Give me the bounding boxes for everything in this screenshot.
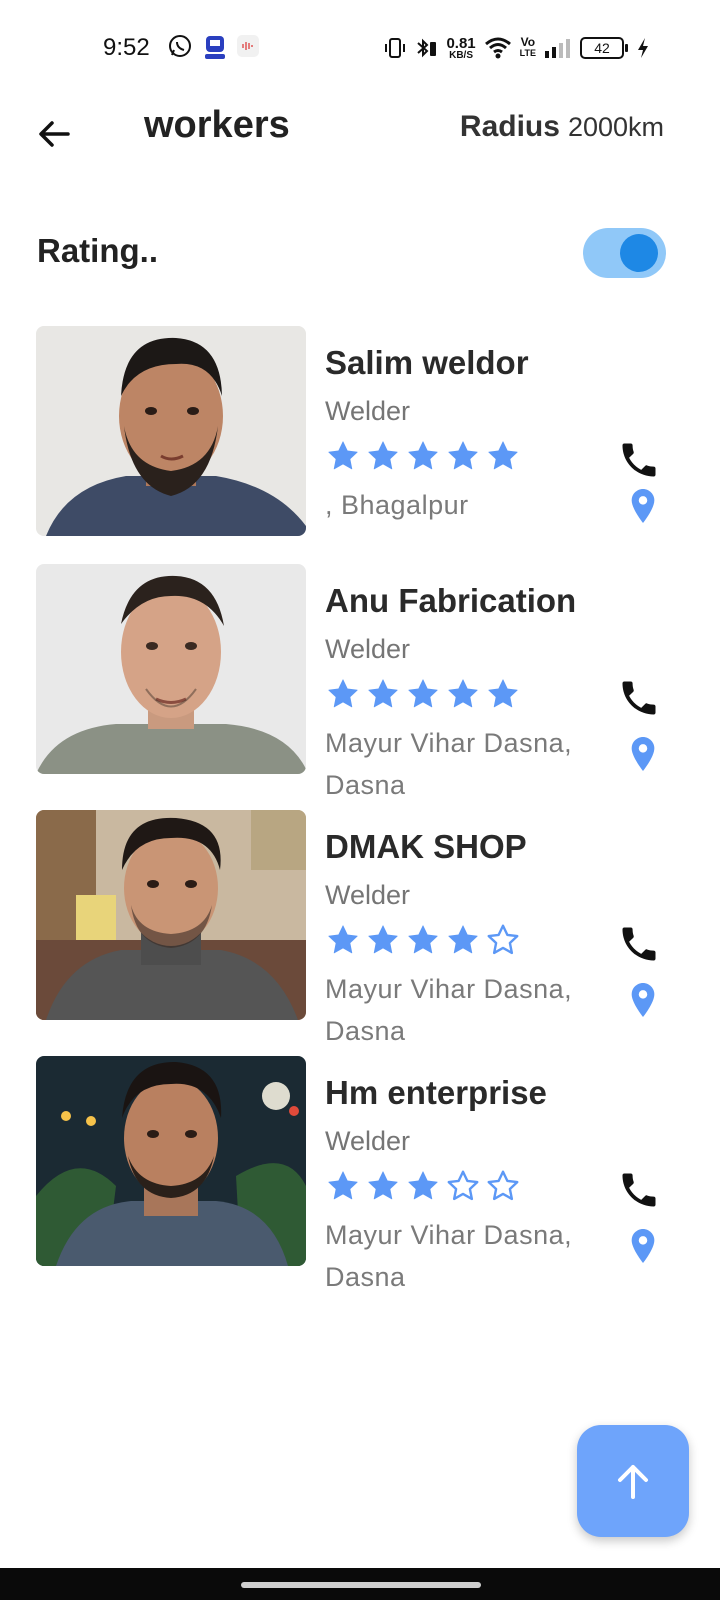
radius-label: Radius [459, 110, 560, 143]
status-bar: 9:52 0.81 KB/S Vo LTE 42 [0, 0, 720, 96]
star-filled-icon [328, 679, 358, 708]
star-filled-icon [448, 441, 478, 470]
rating-stars [325, 922, 521, 958]
call-button[interactable] [617, 1168, 661, 1212]
map-button[interactable] [626, 486, 660, 526]
wifi-icon [484, 37, 511, 59]
worker-photo [36, 1056, 306, 1266]
map-button[interactable] [626, 1226, 660, 1266]
location-pin-icon [631, 489, 655, 523]
star-filled-icon [368, 441, 398, 470]
star-filled-icon [408, 441, 438, 470]
star-filled-icon [368, 679, 398, 708]
radius-display: Radius 2000km [460, 110, 664, 144]
volte-indicator: Vo LTE [519, 35, 536, 58]
app-bar: workers Radius 2000km [0, 96, 720, 166]
rating-toggle[interactable] [583, 228, 666, 278]
phone-icon [622, 681, 656, 715]
system-nav-bar [0, 1568, 720, 1600]
worker-photo [36, 326, 306, 536]
star-filled-icon [368, 925, 398, 954]
worker-name: Anu Fabrication [325, 582, 577, 619]
status-time: 9:52 [103, 34, 150, 61]
toggle-knob [620, 234, 658, 272]
star-outline-icon [487, 1170, 519, 1201]
worker-trade: Welder [325, 396, 411, 426]
arrow-left-icon [39, 121, 70, 147]
back-button[interactable] [32, 112, 76, 156]
rating-stars [325, 1168, 521, 1204]
rating-filter-label: Rating.. [37, 232, 158, 269]
battery-indicator: 42 [580, 37, 628, 59]
star-filled-icon [408, 679, 438, 708]
bluetooth-battery-icon [417, 38, 437, 58]
charging-icon [638, 38, 648, 58]
star-filled-icon [408, 1171, 438, 1200]
star-filled-icon [448, 679, 478, 708]
call-button[interactable] [617, 438, 661, 482]
phone-icon [622, 1173, 656, 1207]
star-filled-icon [488, 441, 518, 470]
call-button[interactable] [617, 676, 661, 720]
audio-recorder-icon [237, 35, 259, 57]
worker-name: DMAK SHOP [325, 828, 527, 865]
home-gesture-handle[interactable] [241, 1582, 481, 1588]
star-filled-icon [328, 441, 358, 470]
star-outline-icon [487, 924, 519, 955]
location-pin-icon [631, 1229, 655, 1263]
worker-location: Mayur Vihar Dasna, Dasna [325, 974, 573, 1046]
worker-card[interactable]: Hm enterprise Welder Mayur Vihar Dasna, … [0, 1056, 720, 1292]
map-button[interactable] [626, 980, 660, 1020]
worker-card[interactable]: Anu Fabrication Welder Mayur Vihar Dasna… [0, 564, 720, 800]
worker-location: Mayur Vihar Dasna, Dasna [325, 728, 573, 800]
rating-stars [325, 438, 521, 474]
phone-icon [622, 443, 656, 477]
star-filled-icon [448, 925, 478, 954]
scroll-to-top-button[interactable] [577, 1425, 689, 1537]
star-outline-icon [447, 1170, 479, 1201]
radius-value: 2000km [567, 112, 664, 142]
worker-photo [36, 564, 306, 774]
location-pin-icon [631, 737, 655, 771]
worker-trade: Welder [325, 880, 411, 910]
worker-trade: Welder [325, 1126, 411, 1156]
net-speed: 0.81 KB/S [446, 34, 476, 61]
star-filled-icon [488, 679, 518, 708]
rating-filter-row: Rating.. [0, 220, 720, 284]
star-filled-icon [328, 1171, 358, 1200]
whatsapp-icon [169, 35, 191, 57]
location-pin-icon [631, 983, 655, 1017]
star-filled-icon [408, 925, 438, 954]
worker-name: Hm enterprise [325, 1074, 547, 1111]
star-filled-icon [368, 1171, 398, 1200]
signal-icon [545, 39, 570, 58]
app-notification-icon [205, 36, 225, 59]
worker-name: Salim weldor [325, 344, 529, 381]
worker-card[interactable]: Salim weldor Welder , Bhagalpur [0, 326, 720, 541]
call-button[interactable] [617, 922, 661, 966]
vibrate-icon [385, 38, 406, 58]
page-title: workers [144, 104, 290, 146]
star-filled-icon [328, 925, 358, 954]
worker-location: Mayur Vihar Dasna, Dasna [325, 1220, 573, 1292]
worker-card[interactable]: DMAK SHOP Welder Mayur Vihar Dasna, Dasn… [0, 810, 720, 1046]
map-button[interactable] [626, 734, 660, 774]
rating-stars [325, 676, 521, 712]
worker-location: , Bhagalpur [325, 490, 469, 520]
worker-photo [36, 810, 306, 1020]
arrow-up-icon [618, 1465, 648, 1499]
worker-trade: Welder [325, 634, 411, 664]
phone-icon [622, 927, 656, 961]
